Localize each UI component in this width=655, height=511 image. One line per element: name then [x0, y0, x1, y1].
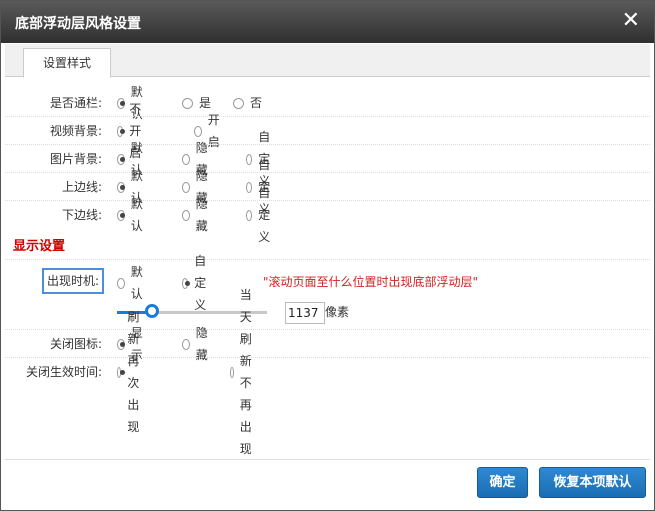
divider	[5, 329, 650, 330]
radio-icon[interactable]	[194, 125, 202, 137]
divider	[5, 144, 650, 145]
radio-icon[interactable]	[182, 181, 190, 193]
dialog-title: 底部浮动层风格设置	[15, 16, 141, 32]
top-border-label: 上边线:	[61, 180, 102, 194]
divider	[5, 172, 650, 173]
divider	[5, 200, 650, 201]
close-icon-option-hide[interactable]: 隐藏	[182, 326, 211, 362]
radio-icon[interactable]	[233, 97, 244, 109]
divider	[5, 357, 650, 358]
option-label: 当天刷新不再出现	[239, 288, 252, 456]
scroll-position-input[interactable]	[285, 302, 325, 324]
radio-icon[interactable]	[182, 153, 190, 165]
display-settings-title: 显示设置	[13, 239, 66, 254]
divider	[5, 259, 650, 260]
dialog-titlebar: 底部浮动层风格设置 ✕	[1, 1, 654, 43]
close-icon-label: 关闭图标:	[49, 337, 102, 351]
radio-icon[interactable]	[117, 125, 126, 137]
radio-icon[interactable]	[182, 338, 190, 350]
radio-icon[interactable]	[117, 209, 125, 221]
dialog-footer-divider	[5, 459, 650, 460]
full-width-option-yes[interactable]: 是	[182, 92, 211, 114]
timing-option-custom[interactable]: 自定义	[182, 254, 211, 312]
full-width-label: 是否通栏:	[49, 96, 102, 110]
radio-icon[interactable]	[246, 209, 253, 221]
restore-default-button[interactable]: 恢复本项默认	[539, 467, 646, 498]
option-label: 隐藏	[195, 197, 208, 233]
option-label: 自定义	[194, 254, 207, 312]
radio-icon[interactable]	[117, 366, 126, 378]
radio-icon[interactable]	[117, 277, 125, 289]
radio-icon[interactable]	[117, 97, 125, 109]
bottom-border-option-hide[interactable]: 隐藏	[182, 197, 211, 233]
option-label: 否	[250, 96, 263, 110]
video-background-label: 视频背景:	[49, 124, 102, 138]
close-effect-label: 关闭生效时间:	[25, 365, 102, 379]
option-label: 隐藏	[195, 326, 208, 362]
bottom-border-label: 下边线:	[61, 208, 102, 222]
unit-label: 像素	[325, 305, 350, 319]
timing-option-default[interactable]: 默认	[117, 265, 146, 301]
option-label: 默认	[130, 265, 143, 301]
bottom-border-option-default[interactable]: 默认	[117, 197, 146, 233]
divider	[5, 116, 650, 117]
option-label: 自定义	[258, 186, 271, 244]
timing-hint: "滚动页面至什么位置时出现底部浮动层"	[263, 275, 479, 289]
confirm-button[interactable]: 确定	[477, 467, 528, 498]
close-icon[interactable]: ✕	[622, 9, 640, 33]
radio-icon[interactable]	[117, 338, 125, 350]
radio-icon[interactable]	[117, 153, 125, 165]
tab-settings-style[interactable]: 设置样式	[23, 48, 111, 78]
close-effect-option-refresh[interactable]: 刷新再次出现	[117, 310, 146, 434]
radio-icon[interactable]	[182, 209, 190, 221]
style-settings-dialog: 底部浮动层风格设置 ✕ 设置样式 是否通栏: 默认 是 否 视频背景: 不开启 …	[0, 0, 655, 511]
image-background-label: 图片背景:	[49, 152, 102, 166]
timing-label: 出现时机:	[42, 268, 104, 294]
radio-icon[interactable]	[182, 97, 193, 109]
option-label: 默认	[130, 197, 143, 233]
slider-handle[interactable]	[144, 304, 159, 318]
close-effect-option-today[interactable]: 当天刷新不再出现	[230, 288, 259, 456]
radio-icon[interactable]	[182, 277, 191, 289]
tab-bar: 设置样式	[5, 44, 650, 78]
option-label: 刷新再次出现	[127, 310, 140, 434]
full-width-option-no[interactable]: 否	[233, 92, 262, 114]
bottom-border-option-custom[interactable]: 自定义	[246, 186, 275, 244]
radio-icon[interactable]	[230, 366, 234, 378]
radio-icon[interactable]	[117, 181, 125, 193]
radio-icon[interactable]	[246, 181, 253, 193]
radio-icon[interactable]	[246, 153, 253, 165]
